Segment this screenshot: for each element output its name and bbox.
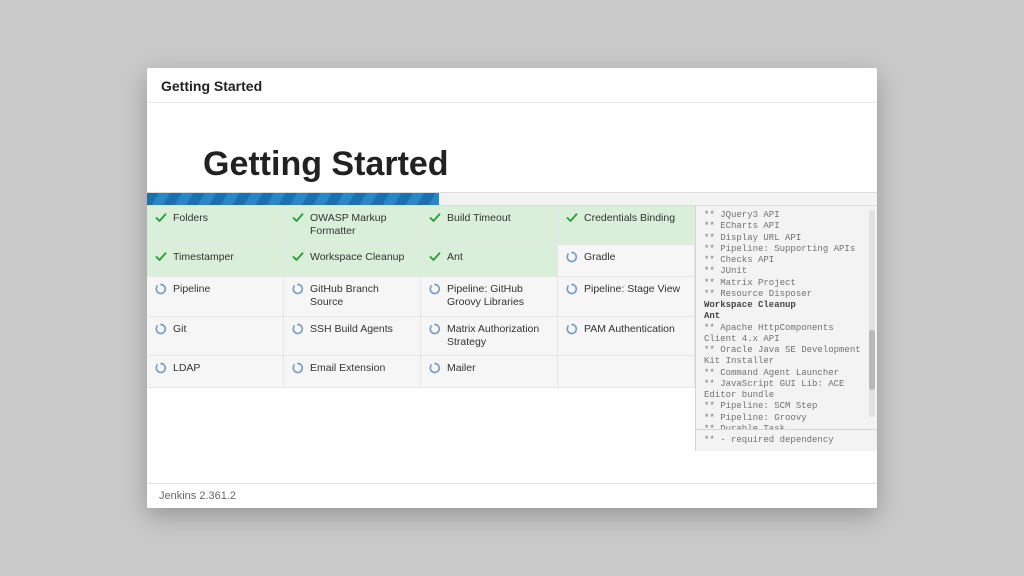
plugin-label: Folders: [173, 212, 208, 225]
plugin-cell: Gradle: [558, 245, 695, 277]
plugin-label: LDAP: [173, 362, 200, 375]
plugin-label: OWASP Markup Formatter: [310, 212, 414, 238]
footer: Jenkins 2.361.2: [147, 483, 877, 508]
plugin-label: GitHub Branch Source: [310, 283, 414, 309]
log-line: ** ECharts API: [704, 221, 871, 232]
log-line: ** Oracle Java SE Development Kit Instal…: [704, 345, 871, 368]
plugin-cell: Matrix Authorization Strategy: [421, 317, 558, 356]
scrollbar-track[interactable]: [869, 210, 875, 417]
plugin-label: Ant: [447, 251, 463, 264]
spinner-icon: [292, 283, 304, 295]
window-title: Getting Started: [161, 78, 262, 94]
plugin-cell: Timestamper: [147, 245, 284, 277]
plugin-label: Build Timeout: [447, 212, 511, 225]
plugin-label: Matrix Authorization Strategy: [447, 323, 551, 349]
plugin-cell: LDAP: [147, 356, 284, 388]
spinner-icon: [155, 362, 167, 374]
log-line: ** Pipeline: Supporting APIs: [704, 244, 871, 255]
plugin-label: Mailer: [447, 362, 476, 375]
log-line: ** Resource Disposer: [704, 289, 871, 300]
plugin-cell: Folders: [147, 206, 284, 245]
spinner-icon: [566, 283, 578, 295]
plugin-cell: SSH Build Agents: [284, 317, 421, 356]
plugin-cell: Ant: [421, 245, 558, 277]
spinner-icon: [566, 251, 578, 263]
plugin-label: Pipeline: GitHub Groovy Libraries: [447, 283, 551, 309]
log-line: ** Display URL API: [704, 233, 871, 244]
plugin-cell: PAM Authentication: [558, 317, 695, 356]
plugin-cell: Build Timeout: [421, 206, 558, 245]
plugin-cell: Email Extension: [284, 356, 421, 388]
window-header: Getting Started: [147, 68, 877, 103]
spinner-icon: [292, 323, 304, 335]
check-icon: [155, 212, 167, 224]
plugin-cell: Git: [147, 317, 284, 356]
plugin-cell: Pipeline: [147, 277, 284, 316]
scrollbar-thumb[interactable]: [869, 330, 875, 390]
log-line: ** Pipeline: Groovy: [704, 413, 871, 424]
spinner-icon: [429, 362, 441, 374]
check-icon: [566, 212, 578, 224]
check-icon: [292, 212, 304, 224]
log-lines-top: ** JQuery3 API** ECharts API** Display U…: [704, 210, 871, 300]
plugin-label: Workspace Cleanup: [310, 251, 404, 264]
plugin-label: Credentials Binding: [584, 212, 675, 225]
spinner-icon: [155, 323, 167, 335]
plugin-cell: Workspace Cleanup: [284, 245, 421, 277]
plugin-label: SSH Build Agents: [310, 323, 393, 336]
plugin-label: Git: [173, 323, 186, 336]
plugin-label: PAM Authentication: [584, 323, 675, 336]
plugin-cell: GitHub Branch Source: [284, 277, 421, 316]
check-icon: [429, 251, 441, 263]
log-line: ** JavaScript GUI Lib: ACE Editor bundle: [704, 379, 871, 402]
plugin-cell: Pipeline: GitHub Groovy Libraries: [421, 277, 558, 316]
main-area: Folders OWASP Markup Formatter Build Timeo…: [147, 206, 877, 451]
plugin-label: Email Extension: [310, 362, 385, 375]
plugin-cell: [558, 356, 695, 388]
log-line: ** Checks API: [704, 255, 871, 266]
plugin-cell: OWASP Markup Formatter: [284, 206, 421, 245]
log-line-bold: Ant: [704, 311, 871, 322]
spinner-icon: [429, 283, 441, 295]
spinner-icon: [155, 283, 167, 295]
install-log-panel: ** JQuery3 API** ECharts API** Display U…: [695, 206, 877, 451]
plugin-grid: Folders OWASP Markup Formatter Build Timeo…: [147, 206, 695, 451]
log-line-bold: Workspace Cleanup: [704, 300, 871, 311]
log-line: ** JQuery3 API: [704, 210, 871, 221]
plugin-cell: Pipeline: Stage View: [558, 277, 695, 316]
page-title: Getting Started: [203, 145, 877, 184]
version-label: Jenkins 2.361.2: [159, 490, 236, 502]
spinner-icon: [292, 362, 304, 374]
plugin-label: Gradle: [584, 251, 616, 264]
setup-wizard-window: Getting Started Getting Started Folders O…: [147, 68, 877, 508]
log-line: ** Command Agent Launcher: [704, 368, 871, 379]
progress-fill: [147, 193, 439, 205]
log-line: ** JUnit: [704, 266, 871, 277]
check-icon: [155, 251, 167, 263]
check-icon: [429, 212, 441, 224]
spinner-icon: [566, 323, 578, 335]
log-line: ** Apache HttpComponents Client 4.x API: [704, 323, 871, 346]
log-line: ** Pipeline: SCM Step: [704, 401, 871, 412]
spinner-icon: [429, 323, 441, 335]
log-footnote-text: ** - required dependency: [704, 435, 834, 445]
plugin-label: Pipeline: [173, 283, 210, 296]
hero-section: Getting Started: [147, 103, 877, 192]
plugin-label: Pipeline: Stage View: [584, 283, 680, 296]
progress-bar: [147, 192, 877, 206]
plugin-cell: Credentials Binding: [558, 206, 695, 245]
log-footnote: ** - required dependency: [696, 429, 877, 451]
check-icon: [292, 251, 304, 263]
log-line: ** Matrix Project: [704, 278, 871, 289]
plugin-cell: Mailer: [421, 356, 558, 388]
plugin-label: Timestamper: [173, 251, 234, 264]
log-lines-bottom: ** Apache HttpComponents Client 4.x API*…: [704, 323, 871, 436]
